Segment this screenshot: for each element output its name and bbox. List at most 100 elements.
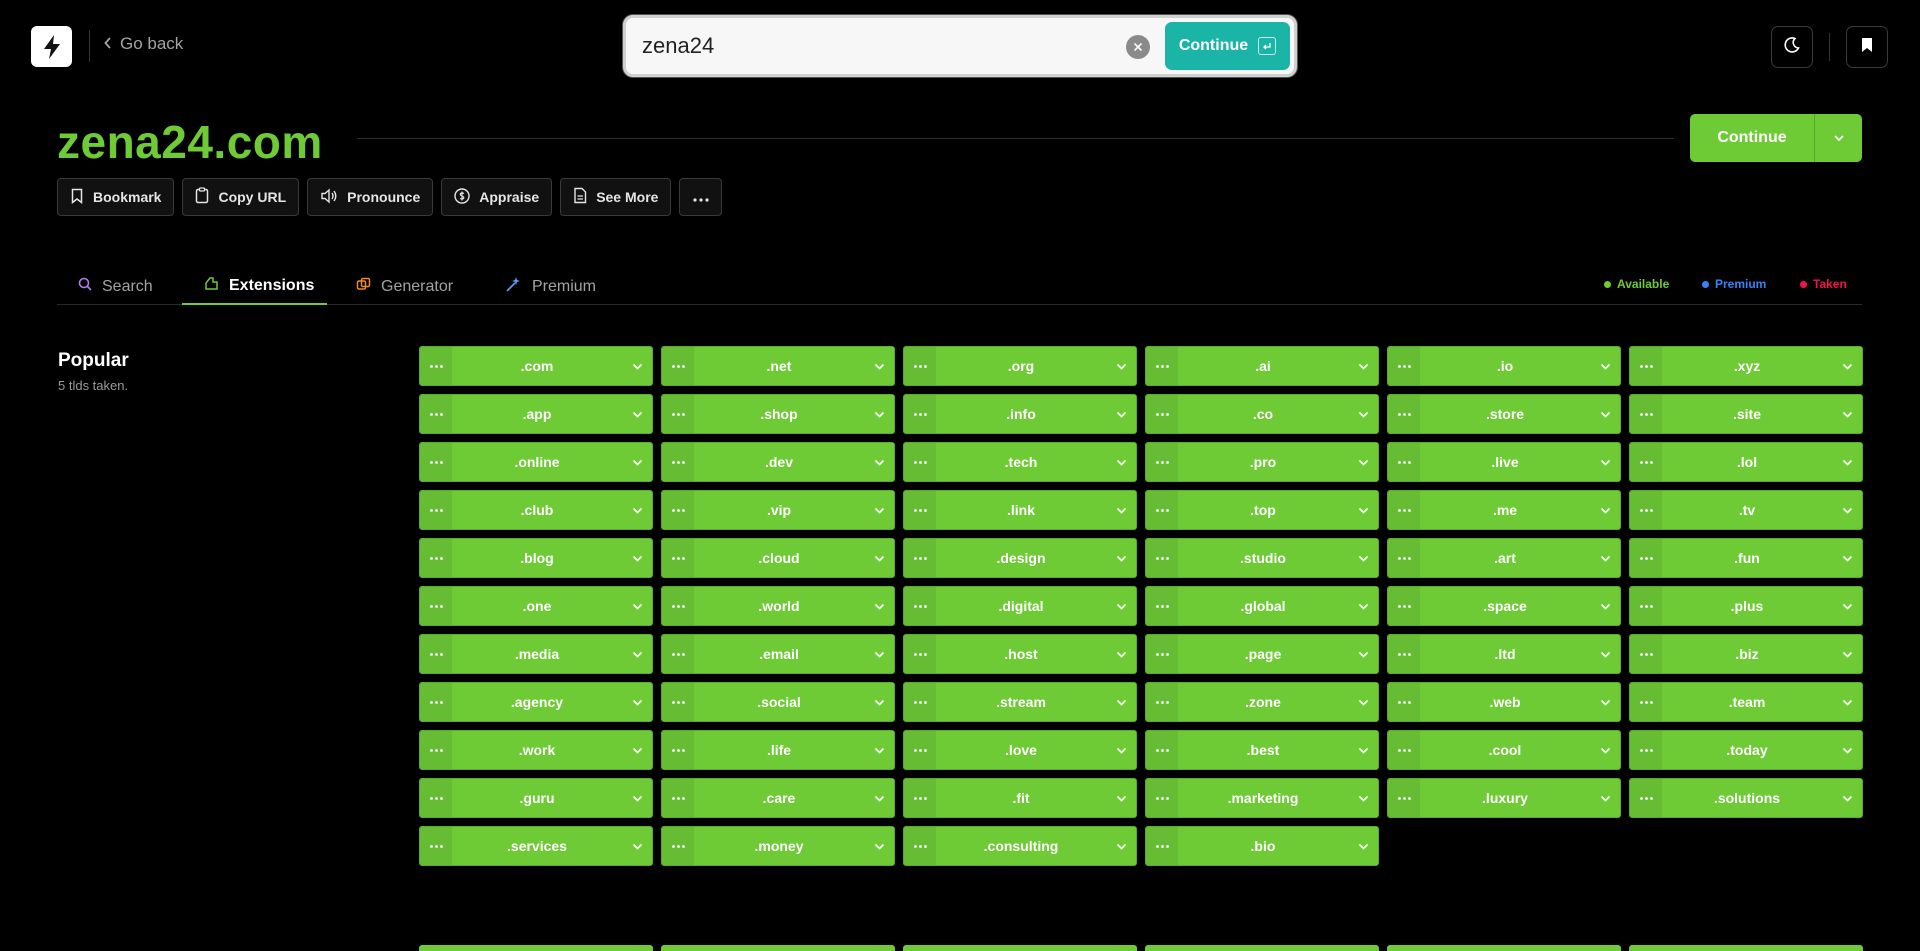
chevron-down-icon[interactable] xyxy=(1832,347,1862,385)
ellipsis-icon[interactable] xyxy=(420,827,452,865)
ellipsis-icon[interactable] xyxy=(904,443,936,481)
chevron-down-icon[interactable] xyxy=(864,395,894,433)
tld-pill[interactable]: .biz xyxy=(1629,634,1863,674)
tld-pill[interactable]: .bio xyxy=(1145,826,1379,866)
search-continue-button[interactable]: Continue xyxy=(1165,22,1290,70)
chevron-down-icon[interactable] xyxy=(1348,635,1378,673)
tab-search[interactable]: Search xyxy=(78,268,153,305)
appraise-button[interactable]: Appraise xyxy=(441,178,553,216)
ellipsis-icon[interactable] xyxy=(1146,683,1178,721)
ellipsis-icon[interactable] xyxy=(1388,587,1420,625)
chevron-down-icon[interactable] xyxy=(1590,683,1620,721)
ellipsis-icon[interactable] xyxy=(1388,635,1420,673)
ellipsis-icon[interactable] xyxy=(1146,347,1178,385)
chevron-down-icon[interactable] xyxy=(1106,395,1136,433)
ellipsis-icon[interactable] xyxy=(662,395,694,433)
chevron-down-icon[interactable] xyxy=(622,827,652,865)
ellipsis-icon[interactable] xyxy=(420,587,452,625)
bookmarks-button[interactable] xyxy=(1846,26,1888,68)
tld-pill[interactable]: .ai xyxy=(1145,346,1379,386)
chevron-down-icon[interactable] xyxy=(864,683,894,721)
tld-pill[interactable]: .online xyxy=(419,442,653,482)
ellipsis-icon[interactable] xyxy=(1146,779,1178,817)
ellipsis-icon[interactable] xyxy=(420,635,452,673)
chevron-down-icon[interactable] xyxy=(1590,491,1620,529)
tld-pill[interactable]: .team xyxy=(1629,682,1863,722)
chevron-down-icon[interactable] xyxy=(1590,539,1620,577)
chevron-down-icon[interactable] xyxy=(864,635,894,673)
chevron-down-icon[interactable] xyxy=(1106,443,1136,481)
tld-pill[interactable]: .info xyxy=(903,394,1137,434)
ellipsis-icon[interactable] xyxy=(1388,443,1420,481)
ellipsis-icon[interactable] xyxy=(904,539,936,577)
tld-pill[interactable]: .space xyxy=(1387,586,1621,626)
ellipsis-icon[interactable] xyxy=(1146,587,1178,625)
chevron-down-icon[interactable] xyxy=(864,587,894,625)
tab-extensions[interactable]: Extensions xyxy=(182,268,327,305)
chevron-down-icon[interactable] xyxy=(1832,539,1862,577)
ellipsis-icon[interactable] xyxy=(1388,731,1420,769)
tld-pill[interactable]: .zone xyxy=(1145,682,1379,722)
search-input[interactable] xyxy=(642,31,1122,61)
ellipsis-icon[interactable] xyxy=(662,491,694,529)
tld-pill[interactable]: .shop xyxy=(661,394,895,434)
tld-pill[interactable]: .fit xyxy=(903,778,1137,818)
ellipsis-icon[interactable] xyxy=(662,347,694,385)
ellipsis-icon[interactable] xyxy=(1146,635,1178,673)
tld-pill[interactable]: .work xyxy=(419,730,653,770)
tld-pill[interactable]: .consulting xyxy=(903,826,1137,866)
chevron-down-icon[interactable] xyxy=(1106,779,1136,817)
pronounce-button[interactable]: Pronounce xyxy=(307,178,434,216)
ellipsis-icon[interactable] xyxy=(1146,827,1178,865)
ellipsis-icon[interactable] xyxy=(1388,779,1420,817)
ellipsis-icon[interactable] xyxy=(662,683,694,721)
ellipsis-icon[interactable] xyxy=(904,491,936,529)
tld-pill[interactable]: .solutions xyxy=(1629,778,1863,818)
chevron-down-icon[interactable] xyxy=(1348,731,1378,769)
tld-pill[interactable]: .guru xyxy=(419,778,653,818)
ellipsis-icon[interactable] xyxy=(1388,491,1420,529)
ellipsis-icon[interactable] xyxy=(1388,395,1420,433)
tld-pill[interactable]: .one xyxy=(419,586,653,626)
ellipsis-icon[interactable] xyxy=(904,395,936,433)
see-more-button[interactable]: See More xyxy=(560,178,672,216)
copy-url-button[interactable]: Copy URL xyxy=(182,178,300,216)
chevron-down-icon[interactable] xyxy=(864,491,894,529)
chevron-down-icon[interactable] xyxy=(622,635,652,673)
chevron-down-icon[interactable] xyxy=(1590,779,1620,817)
chevron-down-icon[interactable] xyxy=(1106,539,1136,577)
tld-pill[interactable]: .tv xyxy=(1629,490,1863,530)
ellipsis-icon[interactable] xyxy=(1146,539,1178,577)
chevron-down-icon[interactable] xyxy=(622,443,652,481)
chevron-down-icon[interactable] xyxy=(1348,347,1378,385)
chevron-down-icon[interactable] xyxy=(1106,635,1136,673)
tld-pill[interactable]: .life xyxy=(661,730,895,770)
chevron-down-icon[interactable] xyxy=(1832,731,1862,769)
chevron-down-icon[interactable] xyxy=(1106,491,1136,529)
tld-pill[interactable]: .fun xyxy=(1629,538,1863,578)
clear-search-icon[interactable] xyxy=(1126,35,1150,59)
ellipsis-icon[interactable] xyxy=(420,395,452,433)
ellipsis-icon[interactable] xyxy=(1630,587,1662,625)
chevron-down-icon[interactable] xyxy=(864,443,894,481)
tld-pill[interactable]: .services xyxy=(419,826,653,866)
chevron-down-icon[interactable] xyxy=(1348,587,1378,625)
chevron-down-icon[interactable] xyxy=(1832,395,1862,433)
tld-pill[interactable]: .plus xyxy=(1629,586,1863,626)
chevron-down-icon[interactable] xyxy=(1832,635,1862,673)
ellipsis-icon[interactable] xyxy=(904,683,936,721)
tld-pill[interactable]: .dev xyxy=(661,442,895,482)
chevron-down-icon[interactable] xyxy=(1590,587,1620,625)
ellipsis-icon[interactable] xyxy=(1146,443,1178,481)
chevron-down-icon[interactable] xyxy=(1590,731,1620,769)
tld-pill[interactable]: .app xyxy=(419,394,653,434)
ellipsis-icon[interactable] xyxy=(1388,683,1420,721)
ellipsis-icon[interactable] xyxy=(904,779,936,817)
ellipsis-icon[interactable] xyxy=(420,683,452,721)
ellipsis-icon[interactable] xyxy=(662,539,694,577)
chevron-down-icon[interactable] xyxy=(622,539,652,577)
tld-pill[interactable]: .art xyxy=(1387,538,1621,578)
chevron-down-icon[interactable] xyxy=(1106,731,1136,769)
tld-pill[interactable]: .digital xyxy=(903,586,1137,626)
chevron-down-icon[interactable] xyxy=(622,395,652,433)
